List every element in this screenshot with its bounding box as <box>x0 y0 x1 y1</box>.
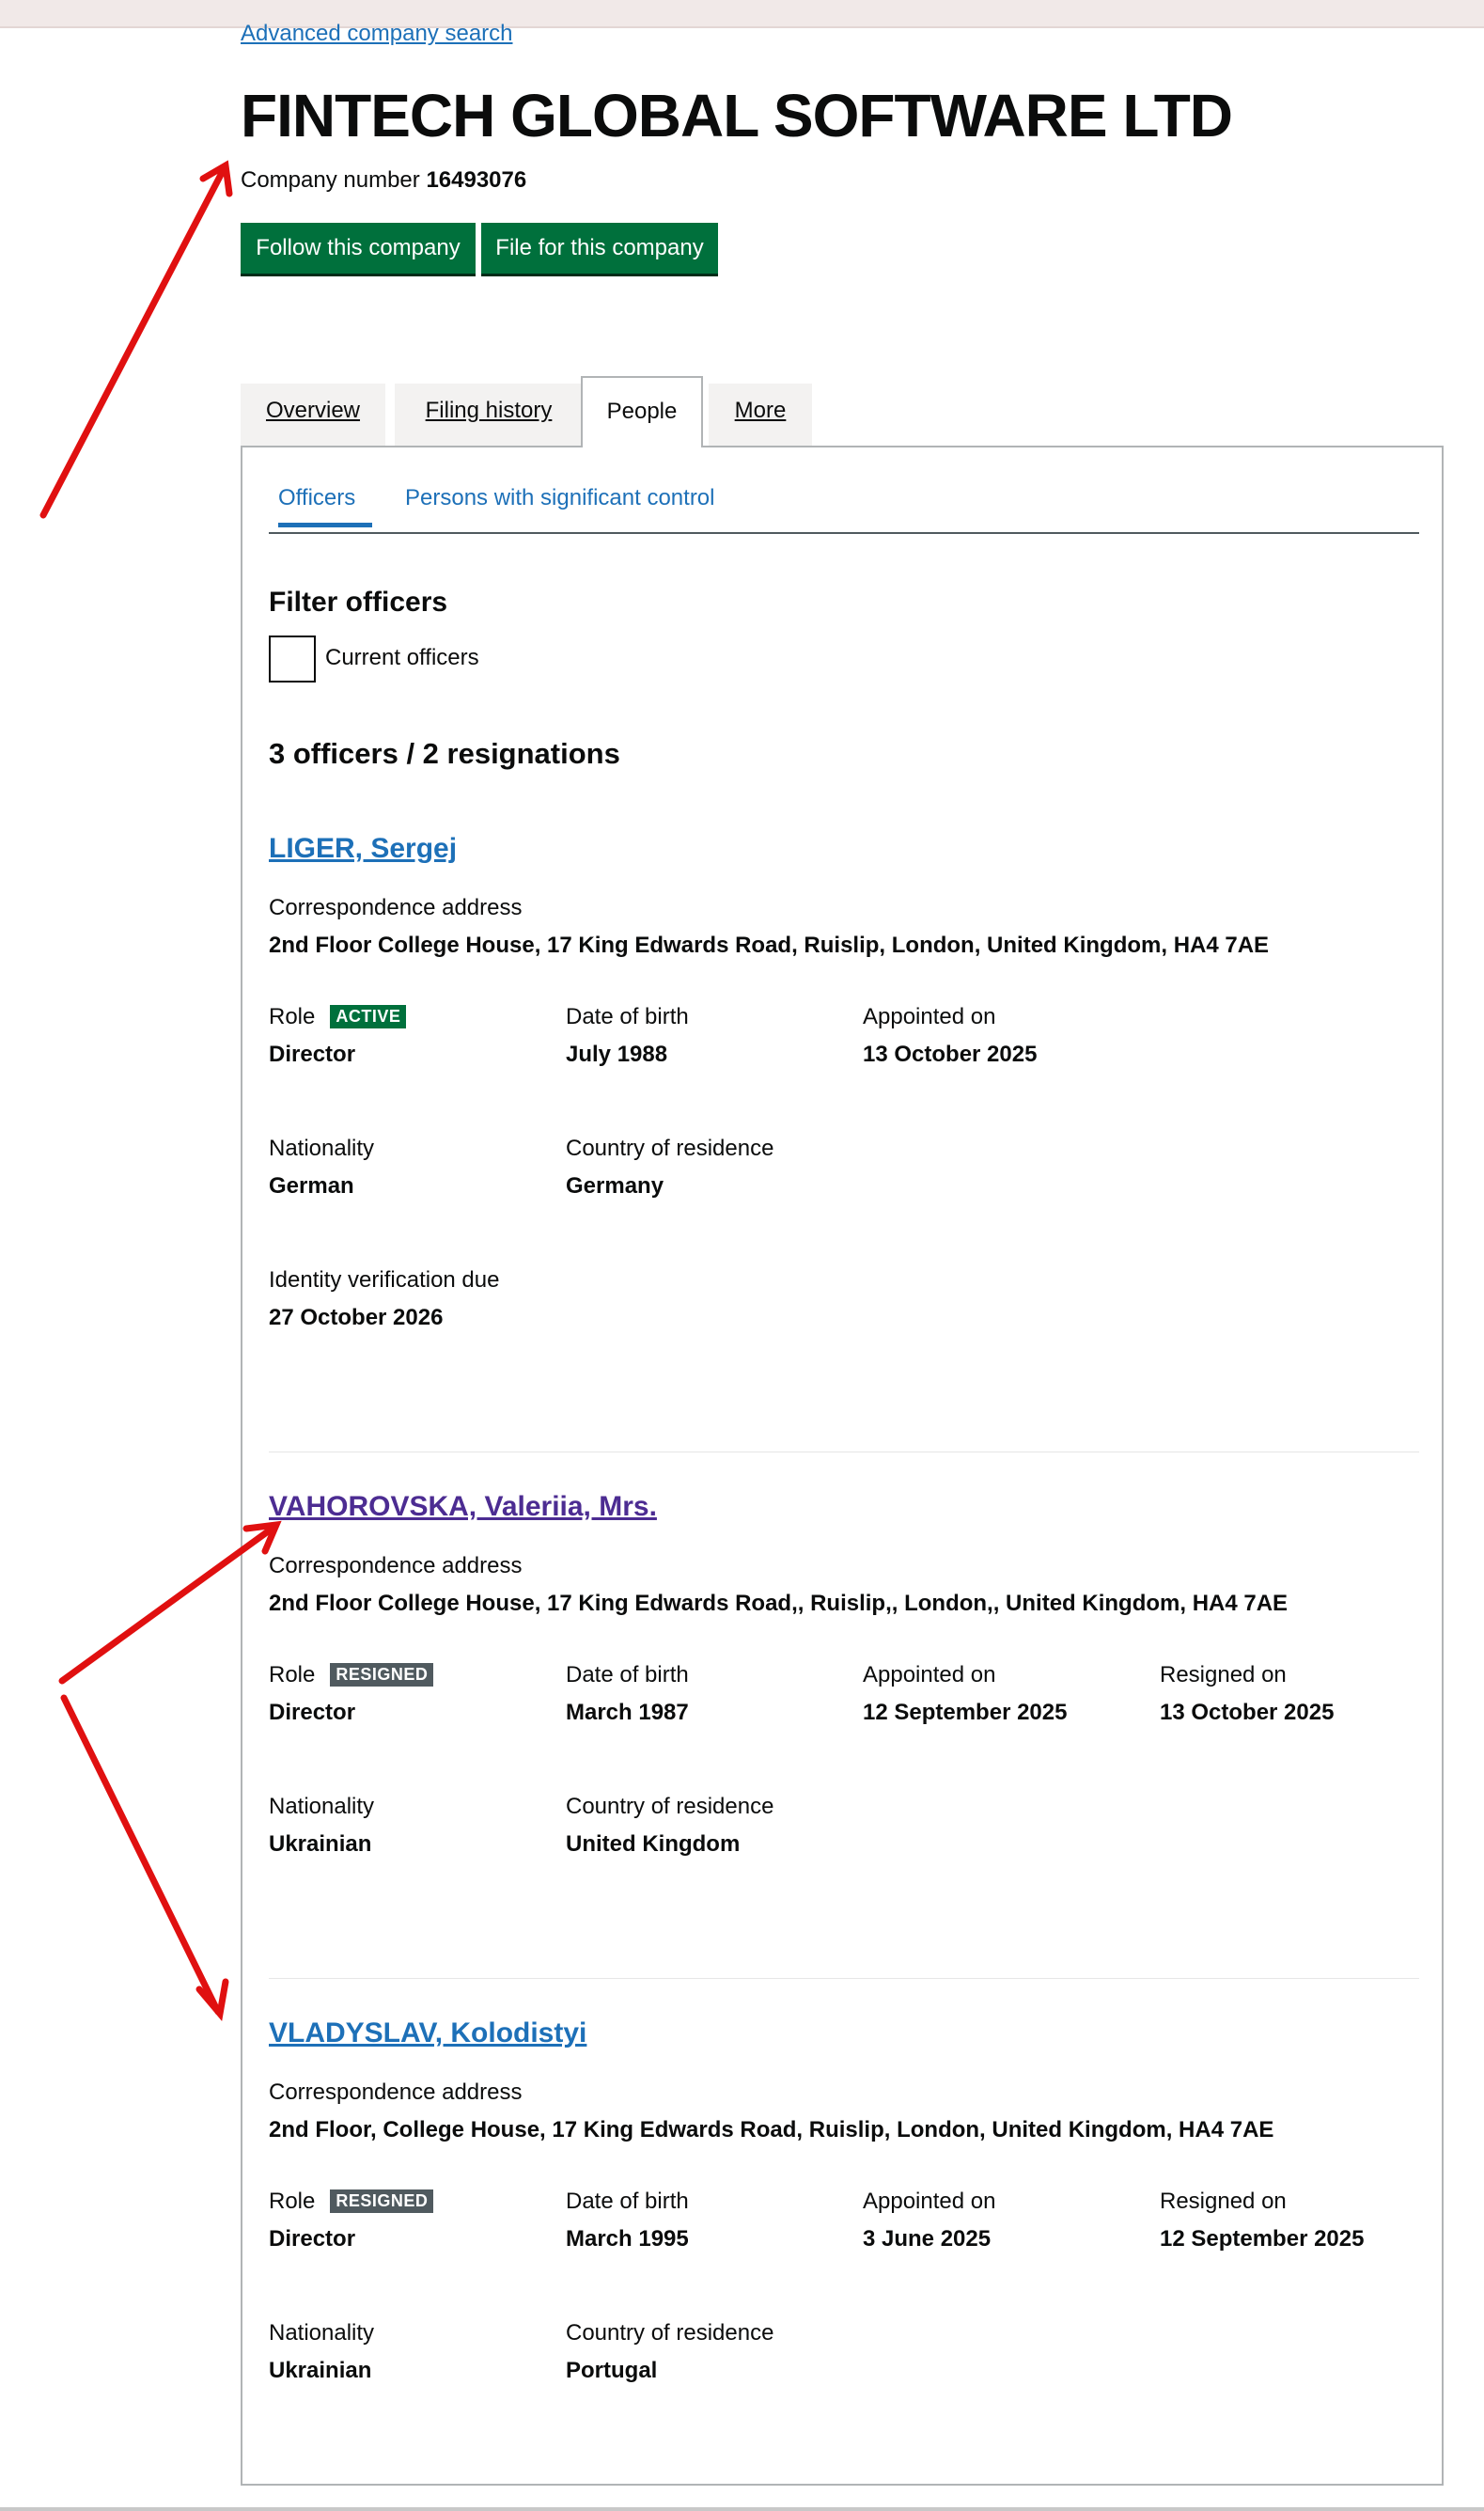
role-label: Role RESIGNED <box>269 1662 434 1688</box>
appointed-on-label: Appointed on <box>863 2189 996 2214</box>
current-officers-label[interactable]: Current officers <box>325 645 479 671</box>
tab-people[interactable]: People <box>581 376 703 447</box>
role-label-text: Role <box>269 1004 316 1029</box>
people-panel: Officers Persons with significant contro… <box>241 446 1444 2486</box>
arrowhead-company-name <box>199 160 233 197</box>
role-value: Director <box>269 1700 356 1725</box>
officers-count-heading: 3 officers / 2 resignations <box>269 737 620 770</box>
appointed-on-label: Appointed on <box>863 1004 996 1029</box>
country-of-residence-label: Country of residence <box>566 1136 774 1161</box>
current-officers-checkbox[interactable] <box>269 636 316 683</box>
filter-officers-heading: Filter officers <box>269 587 448 618</box>
country-of-residence-label: Country of residence <box>566 1794 774 1819</box>
date-of-birth-value: March 1995 <box>566 2226 689 2252</box>
nationality-value: Ukrainian <box>269 1831 372 1857</box>
officer-name-link[interactable]: VAHOROVSKA, Valeriia, Mrs. <box>269 1491 657 1523</box>
arrowhead-third-officer <box>195 1978 229 2021</box>
resigned-on-value: 12 September 2025 <box>1160 2226 1365 2252</box>
appointed-on-value: 3 June 2025 <box>863 2226 992 2252</box>
bottom-edge <box>0 2507 1484 2511</box>
tab-overview[interactable]: Overview <box>241 384 385 446</box>
role-label-text: Role <box>269 1662 316 1687</box>
company-name-heading: FINTECH GLOBAL SOFTWARE LTD <box>241 82 1233 149</box>
date-of-birth-label: Date of birth <box>566 2189 689 2214</box>
identity-verification-due-label: Identity verification due <box>269 1267 500 1293</box>
country-of-residence-value: United Kingdom <box>566 1831 741 1857</box>
nationality-label: Nationality <box>269 1794 375 1819</box>
appointed-on-value: 12 September 2025 <box>863 1700 1068 1725</box>
subnav-persons-with-significant-control[interactable]: Persons with significant control <box>405 485 714 511</box>
arrow-to-company-name <box>39 165 227 519</box>
nationality-value: Ukrainian <box>269 2358 372 2383</box>
resigned-on-label: Resigned on <box>1160 2189 1287 2214</box>
correspondence-address-label: Correspondence address <box>269 2079 523 2105</box>
identity-verification-due-value: 27 October 2026 <box>269 1305 444 1330</box>
tab-more[interactable]: More <box>709 384 812 446</box>
correspondence-address-value: 2nd Floor, College House, 17 King Edward… <box>269 2117 1274 2142</box>
correspondence-address-label: Correspondence address <box>269 895 523 920</box>
nationality-label: Nationality <box>269 1136 375 1161</box>
arrow-to-third-officer <box>60 1694 222 2016</box>
date-of-birth-value: July 1988 <box>566 1042 668 1067</box>
status-badge: ACTIVE <box>330 1005 407 1028</box>
company-number: Company number 16493076 <box>241 167 526 194</box>
status-badge: RESIGNED <box>330 2189 434 2213</box>
role-label: Role RESIGNED <box>269 2189 434 2215</box>
advanced-company-search-link[interactable]: Advanced company search <box>241 21 513 47</box>
tab-filing-history[interactable]: Filing history <box>395 384 583 446</box>
correspondence-address-value: 2nd Floor College House, 17 King Edwards… <box>269 933 1270 958</box>
file-for-company-button[interactable]: File for this company <box>481 223 718 274</box>
nationality-value: German <box>269 1173 354 1199</box>
date-of-birth-value: March 1987 <box>566 1700 689 1725</box>
company-number-label: Company number <box>241 167 420 193</box>
nationality-label: Nationality <box>269 2320 375 2346</box>
correspondence-address-label: Correspondence address <box>269 1553 523 1578</box>
officer-divider <box>269 1978 1419 1979</box>
role-label-text: Role <box>269 2189 316 2214</box>
country-of-residence-value: Portugal <box>566 2358 658 2383</box>
role-label: Role ACTIVE <box>269 1004 407 1030</box>
status-badge: RESIGNED <box>330 1663 434 1687</box>
role-value: Director <box>269 2226 356 2252</box>
company-number-value: 16493076 <box>426 167 527 193</box>
date-of-birth-label: Date of birth <box>566 1004 689 1029</box>
role-value: Director <box>269 1042 356 1067</box>
follow-company-button[interactable]: Follow this company <box>241 223 476 274</box>
country-of-residence-label: Country of residence <box>566 2320 774 2346</box>
subnav-officers[interactable]: Officers <box>278 485 372 527</box>
country-of-residence-value: Germany <box>566 1173 664 1199</box>
people-subnav: Officers Persons with significant contro… <box>269 485 1419 534</box>
resigned-on-label: Resigned on <box>1160 1662 1287 1687</box>
correspondence-address-value: 2nd Floor College House, 17 King Edwards… <box>269 1591 1289 1616</box>
officer-name-link[interactable]: VLADYSLAV, Kolodistyi <box>269 2017 586 2049</box>
resigned-on-value: 13 October 2025 <box>1160 1700 1335 1725</box>
browser-top-bar <box>0 0 1484 28</box>
date-of-birth-label: Date of birth <box>566 1662 689 1687</box>
appointed-on-label: Appointed on <box>863 1662 996 1687</box>
officer-name-link[interactable]: LIGER, Sergej <box>269 833 457 865</box>
appointed-on-value: 13 October 2025 <box>863 1042 1038 1067</box>
